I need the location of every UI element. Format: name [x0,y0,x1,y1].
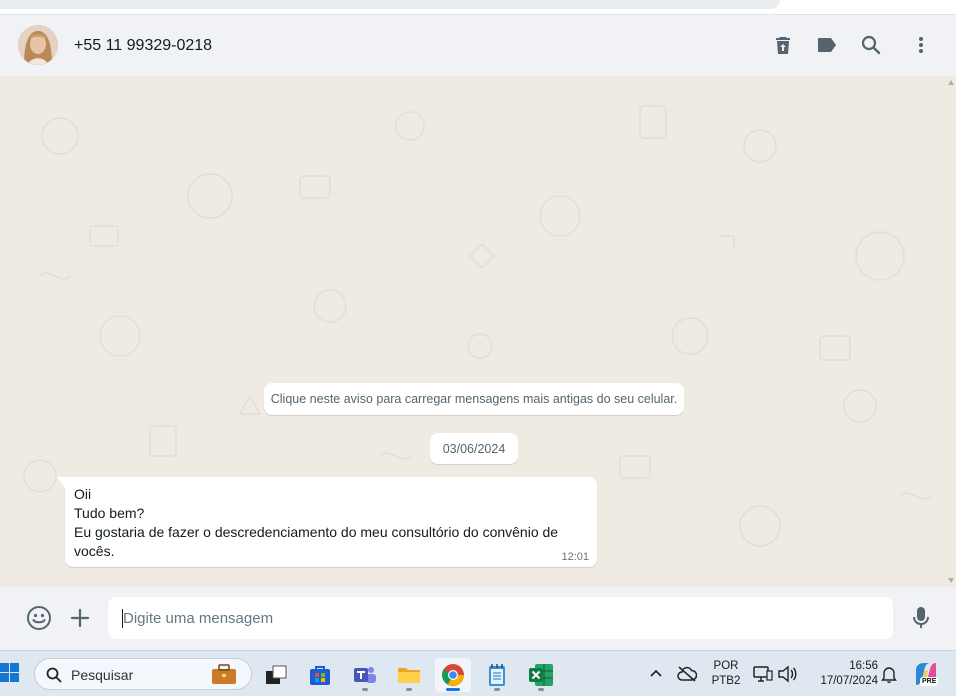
taskbar-app-excel[interactable] [523,658,559,692]
message-line: Eu gostaria de fazer o descredenciamento… [74,524,559,540]
cloud-off-icon[interactable] [677,665,697,683]
clock-date: 17/07/2024 [820,675,878,687]
notification-bell-icon[interactable] [881,665,897,683]
scroll-up-arrow[interactable] [948,80,954,85]
windows-taskbar: Pesquisar POR PTB2 16:56 17/07/2024 PRE [0,650,956,696]
scroll-down-arrow[interactable] [948,578,954,583]
taskbar-app-teams[interactable] [347,658,383,692]
language-code: POR [713,660,739,672]
contact-name[interactable]: +55 11 99329-0218 [74,37,212,55]
active-indicator [446,688,460,691]
taskbar-app-notepad[interactable] [479,658,515,692]
date-divider: 03/06/2024 [430,433,518,464]
taskbar-app-file-explorer[interactable] [391,658,427,692]
taskbar-app-microsoft-store[interactable] [302,658,338,692]
search-icon [46,667,62,683]
message-input[interactable] [108,597,893,639]
delete-icon[interactable] [771,33,795,57]
plus-icon[interactable] [67,605,93,631]
copilot-badge: PRE [920,677,939,686]
volume-icon[interactable] [777,665,797,683]
briefcase-icon [212,664,236,684]
running-indicator [494,688,500,691]
message-line: vocês. [74,543,115,559]
running-indicator [538,688,544,691]
language-indicator[interactable]: POR PTB2 [708,659,744,689]
browser-tab-bar [0,0,780,9]
message-composer [0,587,956,650]
microphone-icon[interactable] [908,605,934,631]
avatar-image [18,25,58,65]
avatar[interactable] [18,25,58,65]
copilot-icon[interactable]: PRE [912,660,940,688]
network-icon[interactable] [753,665,773,683]
running-indicator [406,688,412,691]
chat-header: +55 11 99329-0218 [0,14,956,76]
emoji-icon[interactable] [26,605,52,631]
text-caret [122,609,123,628]
taskbar-app-chrome[interactable] [435,658,471,692]
message-line: Oii [74,486,92,502]
running-indicator [362,688,368,691]
load-older-messages-notice[interactable]: Clique neste aviso para carregar mensage… [264,383,684,415]
taskbar-search[interactable]: Pesquisar [34,658,252,690]
taskbar-app-widgets[interactable] [258,658,294,692]
message-line: Tudo bem? [74,505,145,521]
windows-start-icon[interactable] [0,663,20,683]
menu-icon[interactable] [909,33,933,57]
search-label: Pesquisar [71,667,134,683]
keyboard-layout: PTB2 [711,675,741,687]
label-icon[interactable] [815,33,839,57]
clock[interactable]: 16:56 17/07/2024 [806,659,878,689]
browser-top-strip [0,0,956,14]
clock-time: 16:56 [849,660,878,672]
search-icon[interactable] [859,33,883,57]
chat-area[interactable]: Clique neste aviso para carregar mensage… [0,76,956,587]
chevron-up-icon[interactable] [650,669,662,677]
message-timestamp: 12:01 [561,551,589,563]
incoming-message-bubble[interactable]: Oii Tudo bem? Eu gostaria de fazer o des… [65,477,597,567]
